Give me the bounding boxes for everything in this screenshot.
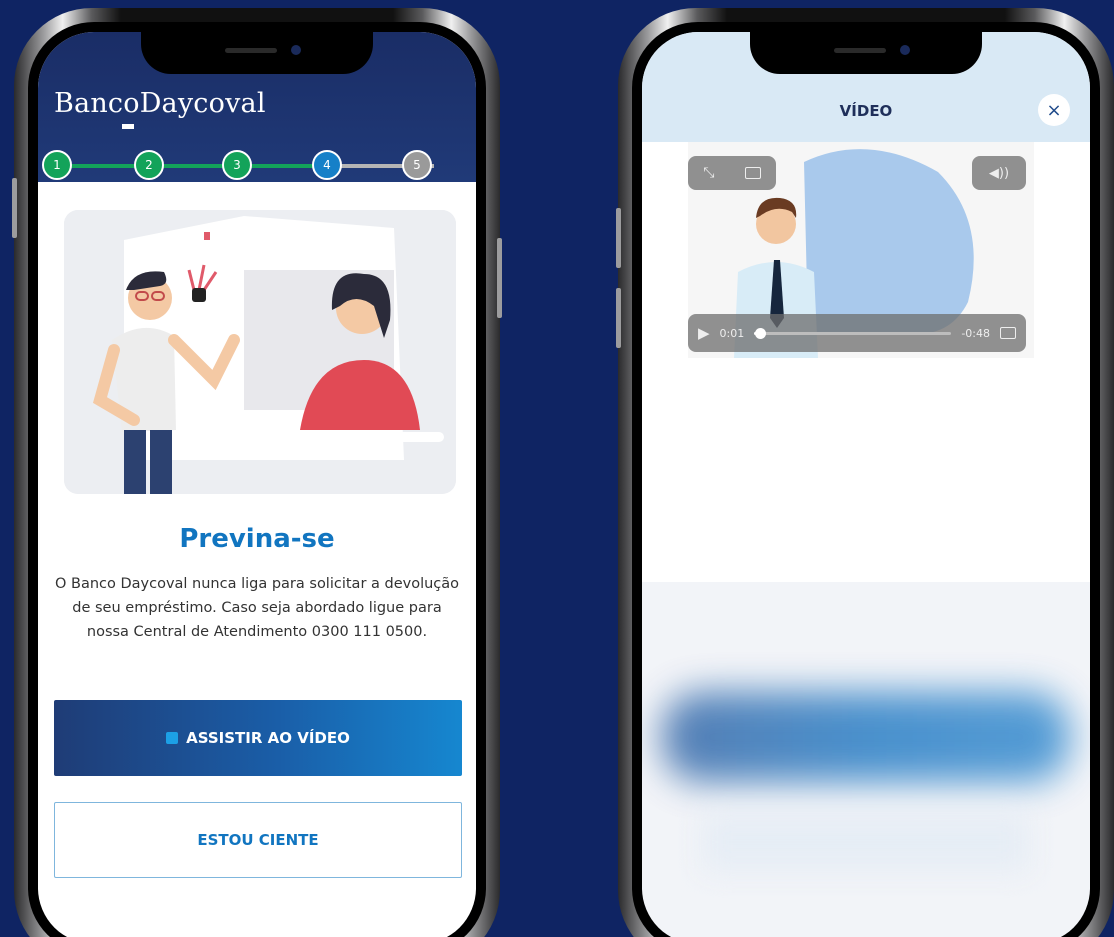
- play-icon[interactable]: ▶: [698, 324, 710, 342]
- step-3: 3: [222, 150, 252, 180]
- watch-video-button[interactable]: ASSISTIR AO VÍDEO: [54, 700, 462, 776]
- progress-stepper: 1 2 3 4 5: [38, 148, 476, 184]
- step-2: 2: [134, 150, 164, 180]
- video-top-left-controls: ⤡: [688, 156, 776, 190]
- warning-description: O Banco Daycoval nunca liga para solicit…: [54, 576, 460, 640]
- pip-icon[interactable]: [744, 167, 761, 179]
- video-control-bar: ▶ 0:01 -0:48: [688, 314, 1026, 352]
- airplay-icon[interactable]: [1000, 327, 1016, 339]
- volume-up-hw-button: [12, 178, 17, 238]
- volume-control[interactable]: ◀)): [972, 156, 1026, 190]
- remaining-time: -0:48: [961, 326, 990, 340]
- prevention-illustration: [64, 210, 456, 494]
- volume-icon: ◀)): [988, 165, 1010, 181]
- left-phone: BancoDaycoval 1 2 3 4 5 Previna-se O Ban…: [12, 8, 502, 937]
- volume-down-hw-button: [616, 288, 621, 348]
- step-5: 5: [402, 150, 432, 180]
- step-4: 4: [312, 150, 342, 180]
- bank-logo-text: BancoDaycoval: [54, 88, 266, 119]
- acknowledge-label: ESTOU CIENTE: [197, 831, 319, 849]
- volume-up-hw-button: [616, 208, 621, 268]
- right-phone: VÍDEO × ⤡ ◀)) ▶ 0:01 -0:48: [616, 8, 1114, 937]
- phone-notch: [141, 32, 373, 74]
- fullscreen-icon[interactable]: ⤡: [703, 165, 714, 181]
- speaker-grille: [834, 48, 886, 53]
- step-1: 1: [42, 150, 72, 180]
- close-icon[interactable]: ×: [1038, 94, 1070, 126]
- video-modal-title: VÍDEO: [839, 102, 893, 120]
- left-phone-screen: BancoDaycoval 1 2 3 4 5 Previna-se O Ban…: [38, 32, 476, 937]
- bank-logo: BancoDaycoval: [54, 88, 266, 129]
- illustration-svg: [64, 210, 456, 494]
- play-icon: [166, 732, 179, 744]
- logo-mark: [122, 124, 134, 129]
- camera-icon: [291, 45, 301, 55]
- camera-icon: [900, 45, 910, 55]
- power-hw-button: [497, 238, 502, 318]
- elapsed-time: 0:01: [719, 326, 745, 340]
- left-phone-bezel: BancoDaycoval 1 2 3 4 5 Previna-se O Ban…: [28, 22, 486, 937]
- acknowledge-button[interactable]: ESTOU CIENTE: [54, 802, 462, 878]
- seek-bar-knob[interactable]: [755, 327, 767, 339]
- watch-video-label: ASSISTIR AO VÍDEO: [186, 729, 350, 747]
- video-player[interactable]: ⤡ ◀)) ▶ 0:01 -0:48: [688, 142, 1034, 358]
- stepper-line-done: [48, 164, 328, 168]
- speaker-grille: [225, 48, 277, 53]
- blurred-button-area: [662, 692, 1070, 782]
- phone-notch: [750, 32, 982, 74]
- page-title: Previna-se: [179, 524, 335, 554]
- right-phone-bezel: VÍDEO × ⤡ ◀)) ▶ 0:01 -0:48: [632, 22, 1100, 937]
- right-phone-screen: VÍDEO × ⤡ ◀)) ▶ 0:01 -0:48: [642, 32, 1090, 937]
- blurred-lower-area: [702, 812, 1030, 872]
- seek-bar[interactable]: [754, 327, 952, 339]
